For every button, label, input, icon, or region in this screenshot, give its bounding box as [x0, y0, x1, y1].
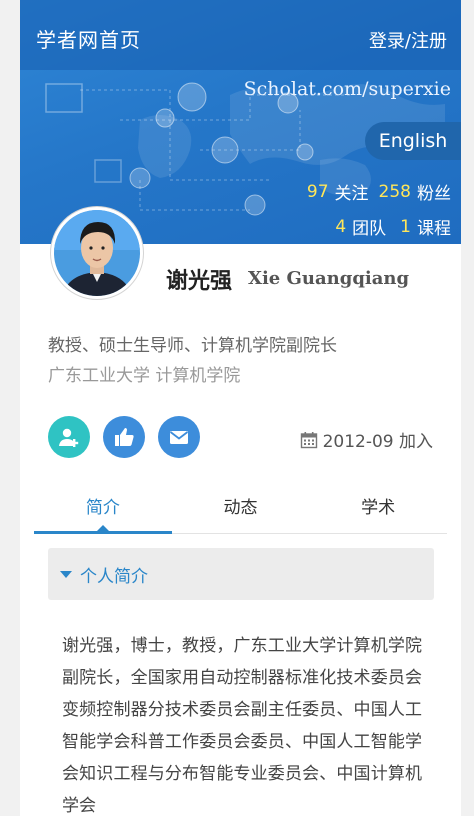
- follow-stats: 97 关注 258 粉丝: [307, 179, 451, 205]
- section-title: 个人简介: [80, 566, 148, 587]
- scholar-organization: 广东工业大学 计算机学院: [48, 366, 241, 386]
- home-link[interactable]: 学者网首页: [36, 24, 141, 53]
- teams-label[interactable]: 团队: [352, 214, 386, 239]
- like-button[interactable]: [103, 416, 145, 458]
- tab-introduction[interactable]: 简介: [34, 478, 172, 534]
- top-navigation-bar: 学者网首页 登录/注册: [20, 0, 461, 70]
- follow-button[interactable]: [48, 416, 90, 458]
- message-button[interactable]: [158, 416, 200, 458]
- tab-activity[interactable]: 动态: [172, 478, 310, 533]
- following-label[interactable]: 关注: [335, 179, 369, 204]
- tab-academic[interactable]: 学术: [309, 478, 447, 533]
- personal-intro-header[interactable]: 个人简介: [48, 548, 434, 600]
- team-course-stats: 4 团队 1 课程: [335, 214, 451, 240]
- envelope-icon: [169, 431, 189, 444]
- login-register-link[interactable]: 登录/注册: [369, 27, 447, 53]
- calendar-icon: [300, 431, 317, 448]
- profile-page: 学者网首页 登录/注册 Scholat.com/superxie English…: [20, 0, 461, 816]
- profile-photo: [54, 210, 140, 296]
- personal-intro-text: 谢光强，博士，教授，广东工业大学计算机学院副院长，全国家用自动控制器标准化技术委…: [62, 636, 422, 816]
- scholar-name-english: Xie Guangqiang: [248, 268, 410, 289]
- courses-label[interactable]: 课程: [417, 214, 451, 239]
- teams-count[interactable]: 4: [335, 217, 346, 237]
- english-language-button[interactable]: English: [365, 122, 461, 160]
- scholar-title: 教授、硕士生导师、计算机学院副院长: [48, 336, 337, 356]
- join-date-text: 2012-09 加入: [322, 432, 433, 452]
- caret-down-icon: [60, 570, 72, 578]
- followers-count[interactable]: 258: [379, 182, 411, 202]
- scholar-name-chinese: 谢光强: [166, 269, 233, 294]
- join-date: 2012-09 加入: [300, 427, 433, 452]
- avatar: [50, 206, 144, 300]
- profile-tabs: 简介 动态 学术: [34, 478, 447, 534]
- add-user-icon: [59, 428, 79, 447]
- profile-url: Scholat.com/superxie: [243, 78, 451, 100]
- courses-count[interactable]: 1: [400, 217, 411, 237]
- thumbs-up-icon: [115, 428, 134, 446]
- following-count[interactable]: 97: [307, 182, 329, 202]
- followers-label[interactable]: 粉丝: [417, 179, 451, 204]
